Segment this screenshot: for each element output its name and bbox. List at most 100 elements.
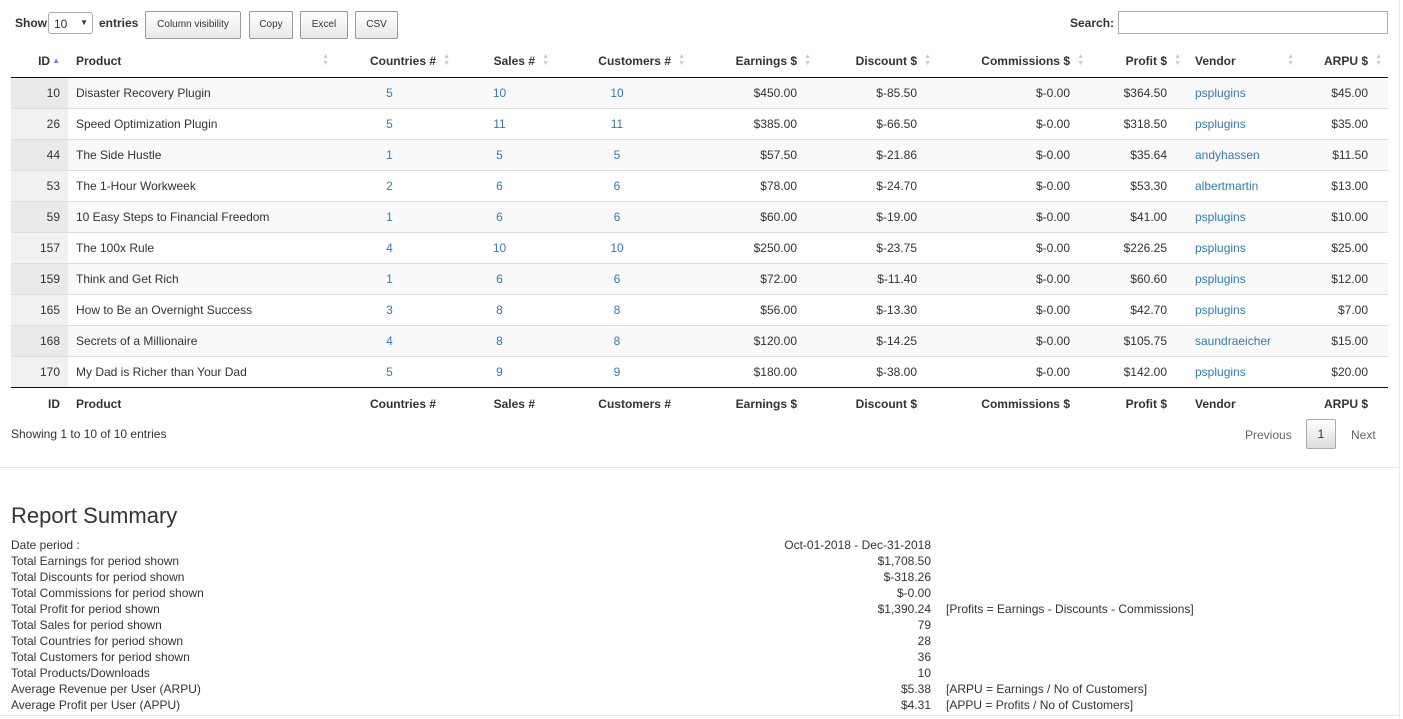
col-header-customers[interactable]: Customers # ▲ ▼ [555, 45, 691, 78]
cell-vendor[interactable]: saundraeicher [1187, 325, 1300, 357]
csv-button[interactable]: CSV [355, 11, 398, 39]
cell-countries[interactable]: 5 [335, 108, 456, 140]
cell-countries[interactable]: 1 [335, 263, 456, 295]
summary-value: 28 [917, 634, 931, 648]
cell-countries[interactable]: 1 [335, 139, 456, 171]
cell-sales[interactable]: 10 [456, 77, 555, 109]
entries-value: 10 [54, 17, 68, 31]
sort-icon: ▲ ▼ [1077, 53, 1084, 67]
cell-vendor[interactable]: psplugins [1187, 232, 1300, 264]
col-header-product[interactable]: Product ▲ ▼ [68, 45, 335, 78]
cell-vendor[interactable]: andyhassen [1187, 139, 1300, 171]
cell-discount: $-19.00 [817, 201, 937, 233]
cell-customers[interactable]: 10 [555, 77, 691, 109]
summary-note: [ARPU = Earnings / No of Customers] [946, 682, 1148, 696]
table-info: Showing 1 to 10 of 10 entries [11, 427, 167, 441]
summary-label: Total Earnings for period shown [11, 554, 180, 568]
cell-customers[interactable]: 6 [555, 170, 691, 202]
cell-earnings: $250.00 [691, 232, 817, 264]
cell-id: 159 [11, 263, 68, 295]
cell-sales[interactable]: 9 [456, 356, 555, 388]
cell-customers[interactable]: 5 [555, 139, 691, 171]
cell-customers[interactable]: 6 [555, 201, 691, 233]
cell-id: 44 [11, 139, 68, 171]
next-page-button[interactable]: Next [1351, 428, 1376, 442]
cell-sales[interactable]: 6 [456, 263, 555, 295]
table-row: 159 Think and Get Rich 1 6 6 $72.00 $-11.40 $-0… [11, 263, 1388, 295]
page-edge [1399, 0, 1400, 719]
cell-commissions: $-0.00 [937, 201, 1090, 233]
col-header-vendor[interactable]: Vendor ▲ ▼ [1187, 45, 1300, 78]
col-header-profit[interactable]: Profit $ ▲ ▼ [1090, 45, 1187, 78]
summary-label: Total Discounts for period shown [11, 570, 185, 584]
cell-product: The 1-Hour Workweek [68, 170, 335, 202]
cell-vendor[interactable]: albertmartin [1187, 170, 1300, 202]
summary-value: $5.38 [900, 682, 931, 696]
column-visibility-button[interactable]: Column visibility [145, 11, 241, 39]
summary-row: Average Revenue per User (ARPU) $5.38 [ARP… [11, 682, 1211, 698]
cell-countries[interactable]: 1 [335, 201, 456, 233]
summary-value: $-0.00 [896, 586, 931, 600]
cell-countries[interactable]: 5 [335, 77, 456, 109]
cell-id: 168 [11, 325, 68, 357]
summary-note: [Profits = Earnings - Discounts - Commis… [946, 602, 1194, 616]
summary-label: Total Commissions for period shown [11, 586, 204, 600]
col-header-discount[interactable]: Discount $ ▲ ▼ [817, 45, 937, 78]
summary-label: Average Profit per User (APPU) [11, 698, 181, 712]
copy-button[interactable]: Copy [249, 11, 293, 39]
table-row: 59 10 Easy Steps to Financial Freedom 1 6 6 $… [11, 201, 1388, 233]
summary-row: Total Earnings for period shown $1,708.50 [11, 554, 1211, 570]
table-row: 170 My Dad is Richer than Your Dad 5 9 9 $180… [11, 356, 1388, 388]
cell-customers[interactable]: 11 [555, 108, 691, 140]
cell-sales[interactable]: 5 [456, 139, 555, 171]
cell-sales[interactable]: 11 [456, 108, 555, 140]
cell-customers[interactable]: 8 [555, 294, 691, 326]
summary-value: $4.31 [900, 698, 931, 712]
cell-customers[interactable]: 10 [555, 232, 691, 264]
cell-sales[interactable]: 8 [456, 325, 555, 357]
col-header-id[interactable]: ID ▲ [11, 45, 68, 78]
cell-earnings: $385.00 [691, 108, 817, 140]
cell-arpu: $13.00 [1300, 170, 1388, 202]
excel-button[interactable]: Excel [300, 11, 348, 39]
sort-icon: ▲ ▼ [322, 53, 329, 67]
summary-value: 10 [917, 666, 931, 680]
col-header-countries[interactable]: Countries # ▲ ▼ [335, 45, 456, 78]
cell-sales[interactable]: 6 [456, 201, 555, 233]
col-header-commissions[interactable]: Commissions $ ▲ ▼ [937, 45, 1090, 78]
cell-arpu: $20.00 [1300, 356, 1388, 388]
cell-countries[interactable]: 2 [335, 170, 456, 202]
cell-countries[interactable]: 5 [335, 356, 456, 388]
cell-sales[interactable]: 6 [456, 170, 555, 202]
table-controls: Show 10 ▼ entries Column visibility Copy… [0, 0, 1403, 46]
summary-row: Total Sales for period shown 79 [11, 618, 1211, 634]
col-header-arpu[interactable]: ARPU $ ▲ ▼ [1300, 45, 1388, 78]
col-header-sales[interactable]: Sales # ▲ ▼ [456, 45, 555, 78]
cell-sales[interactable]: 8 [456, 294, 555, 326]
summary-row: Total Countries for period shown 28 [11, 634, 1211, 650]
cell-customers[interactable]: 8 [555, 325, 691, 357]
summary-value: Oct-01-2018 - Dec-31-2018 [784, 538, 931, 552]
cell-countries[interactable]: 3 [335, 294, 456, 326]
search-input[interactable] [1118, 11, 1388, 34]
cell-countries[interactable]: 4 [335, 232, 456, 264]
cell-customers[interactable]: 6 [555, 263, 691, 295]
cell-vendor[interactable]: psplugins [1187, 356, 1300, 388]
cell-id: 165 [11, 294, 68, 326]
col-header-earnings[interactable]: Earnings $ ▲ ▼ [691, 45, 817, 78]
cell-vendor[interactable]: psplugins [1187, 77, 1300, 109]
cell-countries[interactable]: 4 [335, 325, 456, 357]
sort-asc-icon: ▲ [52, 56, 60, 65]
page-1-button[interactable]: 1 [1306, 419, 1336, 449]
cell-vendor[interactable]: psplugins [1187, 263, 1300, 295]
cell-id: 59 [11, 201, 68, 233]
table-row: 53 The 1-Hour Workweek 2 6 6 $78.00 $-24.70 $-0… [11, 170, 1388, 202]
cell-commissions: $-0.00 [937, 294, 1090, 326]
cell-sales[interactable]: 10 [456, 232, 555, 264]
cell-vendor[interactable]: psplugins [1187, 294, 1300, 326]
cell-vendor[interactable]: psplugins [1187, 108, 1300, 140]
cell-customers[interactable]: 9 [555, 356, 691, 388]
cell-vendor[interactable]: psplugins [1187, 201, 1300, 233]
entries-select[interactable]: 10 ▼ [48, 12, 93, 34]
previous-page-button[interactable]: Previous [1245, 428, 1292, 442]
